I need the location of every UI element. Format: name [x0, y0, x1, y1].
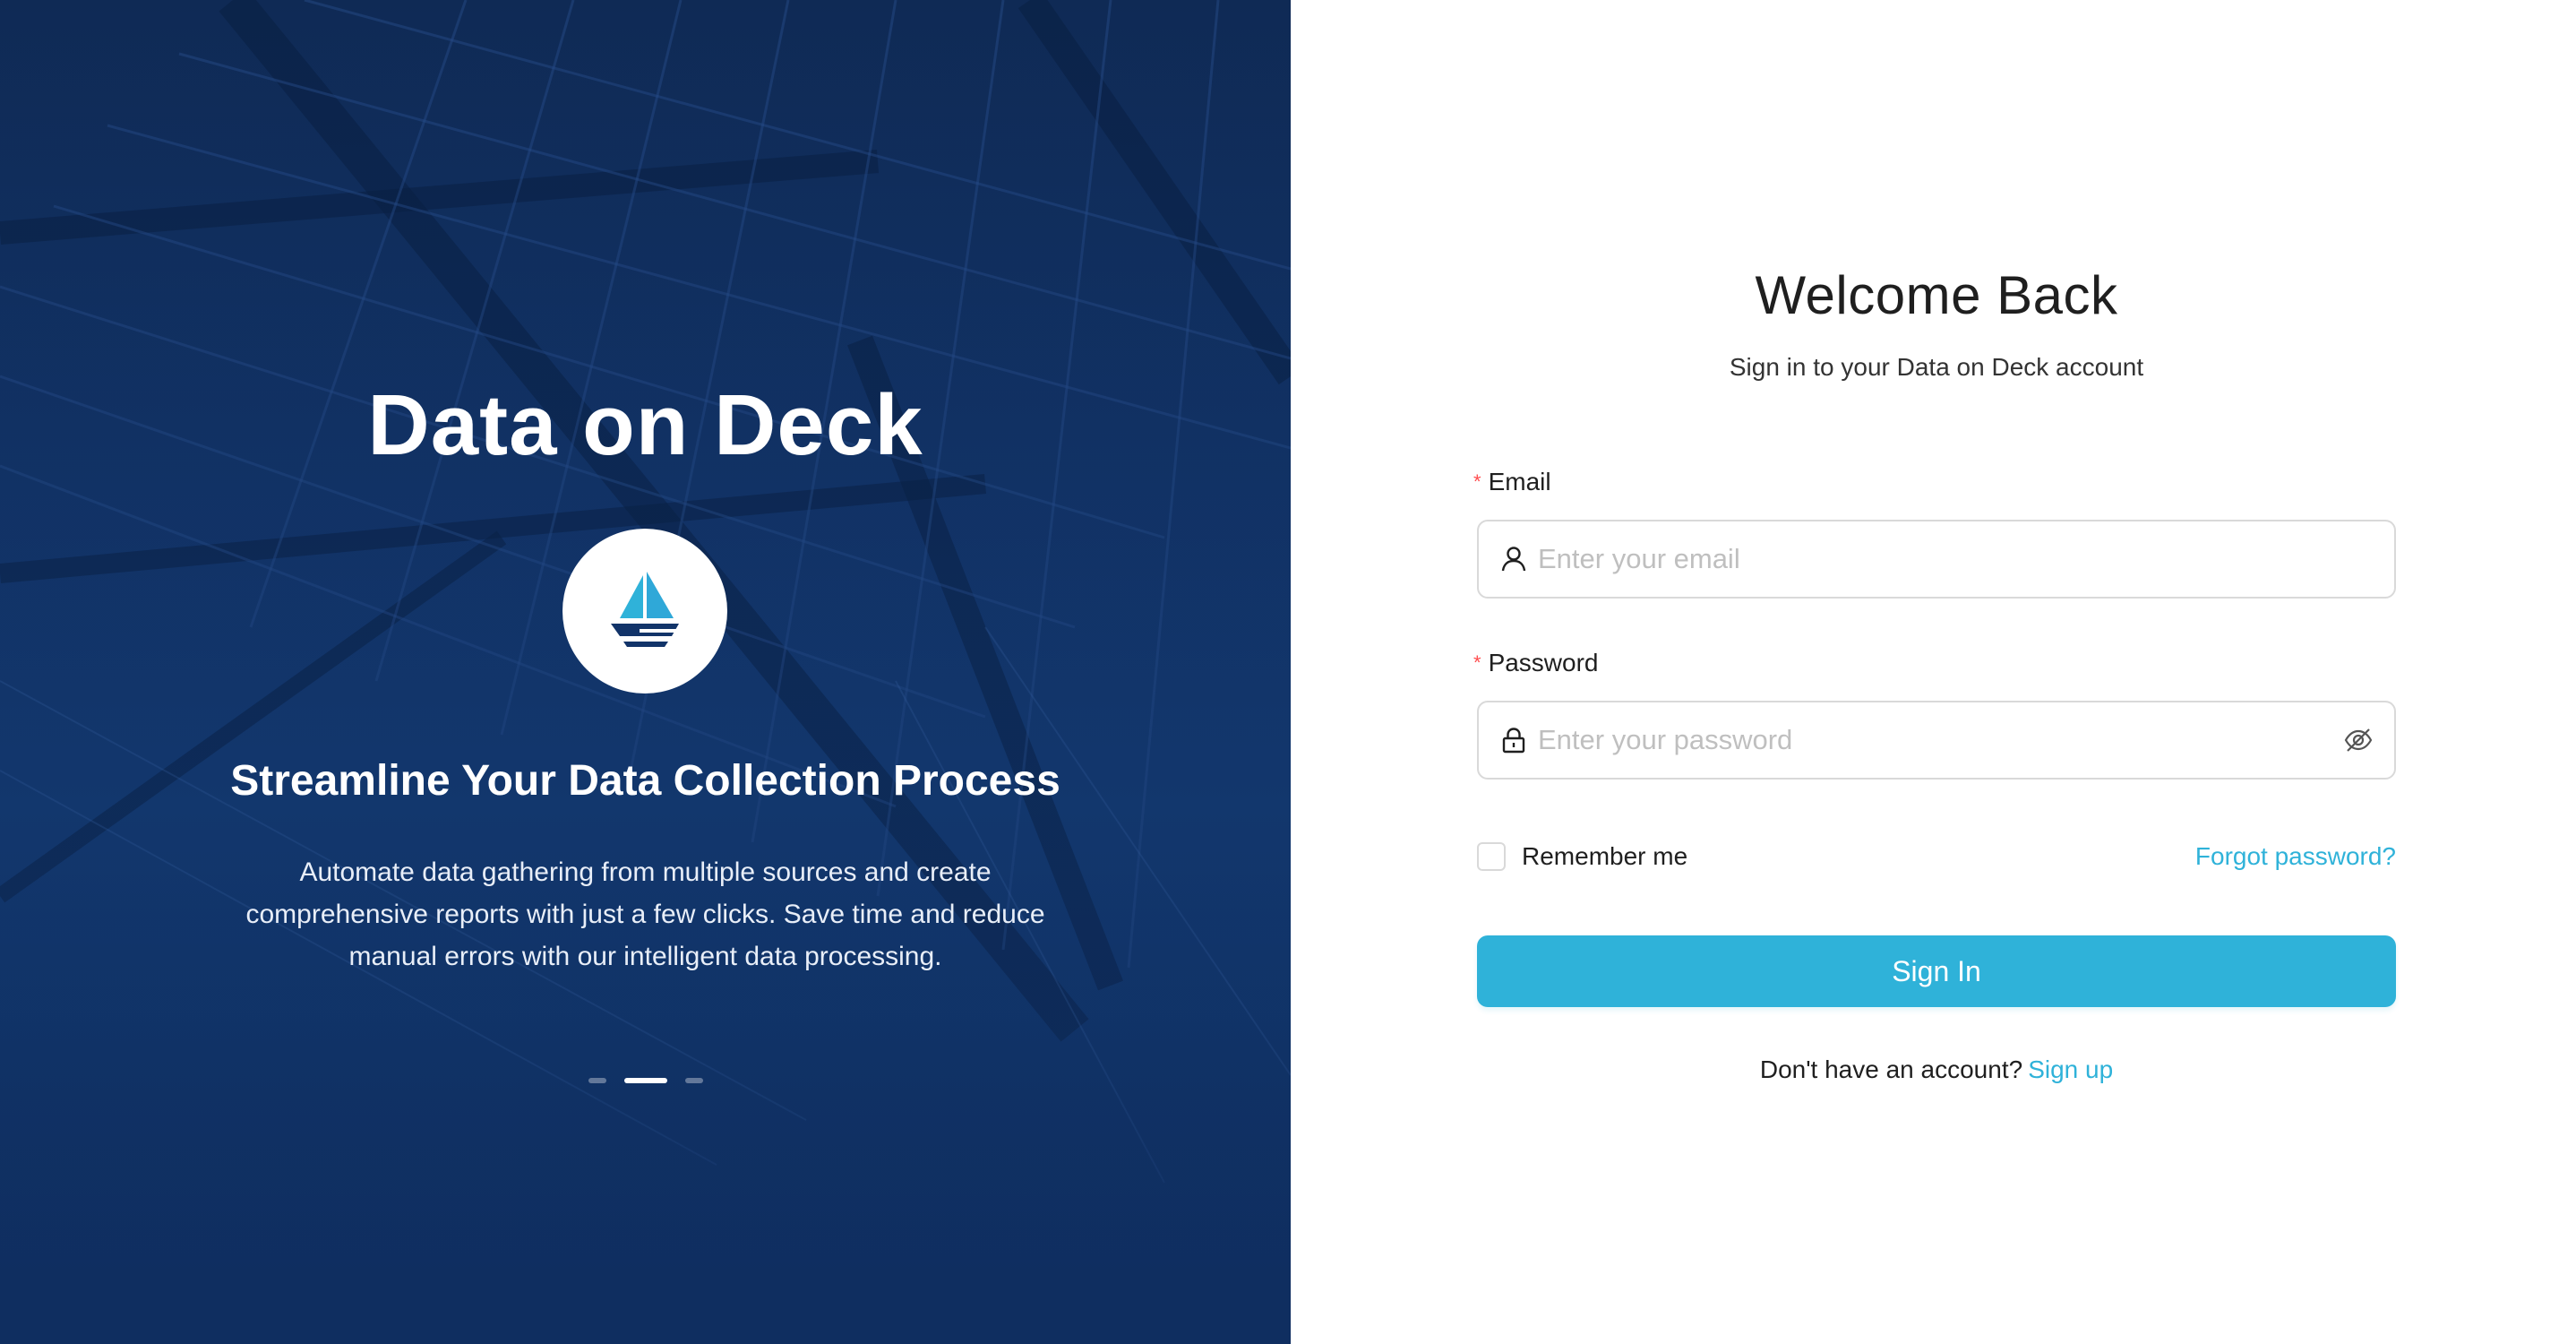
email-field[interactable]	[1477, 520, 2396, 599]
remember-me-checkbox[interactable]: Remember me	[1477, 842, 1687, 871]
remember-me-label: Remember me	[1522, 842, 1688, 870]
login-page: Data on Deck Streamline Your Data Collec…	[0, 0, 2576, 1344]
email-label: * Email	[1473, 464, 2396, 500]
carousel-dot-2-active[interactable]	[623, 1078, 667, 1083]
user-icon	[1498, 544, 1529, 574]
eye-off-icon[interactable]	[2342, 724, 2374, 756]
required-mark: *	[1473, 470, 1481, 493]
signup-prompt: Don't have an account? Sign up	[1477, 1052, 2396, 1088]
brand-content: Data on Deck Streamline Your Data Collec…	[0, 0, 1291, 1344]
email-label-text: Email	[1488, 468, 1551, 495]
password-input[interactable]	[1536, 723, 2342, 757]
checkbox-box[interactable]	[1477, 842, 1506, 871]
carousel-indicator	[0, 1078, 1291, 1083]
password-label: * Password	[1473, 645, 2396, 681]
sign-in-button[interactable]: Sign In	[1477, 935, 2396, 1007]
password-field[interactable]	[1477, 701, 2396, 780]
page-title: Welcome Back	[1755, 265, 2118, 325]
signup-prompt-text: Don't have an account?	[1759, 1055, 2023, 1083]
form-options-row: Remember me Forgot password?	[1477, 839, 2396, 874]
forgot-password-link[interactable]: Forgot password?	[2195, 842, 2396, 871]
carousel-dot-3[interactable]	[684, 1078, 703, 1083]
brand-description: Automate data gathering from multiple so…	[245, 857, 1045, 971]
login-form: Welcome Back Sign in to your Data on Dec…	[1473, 260, 2396, 1088]
sign-up-link[interactable]: Sign up	[2028, 1055, 2113, 1083]
brand-logo	[562, 529, 727, 694]
lock-icon	[1498, 725, 1529, 755]
page-subtitle: Sign in to your Data on Deck account	[1729, 353, 2144, 381]
brand-title: Data on Deck	[367, 377, 923, 473]
login-panel: Welcome Back Sign in to your Data on Dec…	[1291, 0, 2576, 1344]
email-input[interactable]	[1536, 542, 2374, 576]
brand-panel: Data on Deck Streamline Your Data Collec…	[0, 0, 1291, 1344]
carousel-dot-1[interactable]	[588, 1078, 606, 1083]
required-mark: *	[1473, 651, 1481, 674]
password-label-text: Password	[1488, 649, 1599, 676]
brand-tagline: Streamline Your Data Collection Process	[230, 757, 1060, 805]
sailboat-icon	[611, 572, 679, 647]
